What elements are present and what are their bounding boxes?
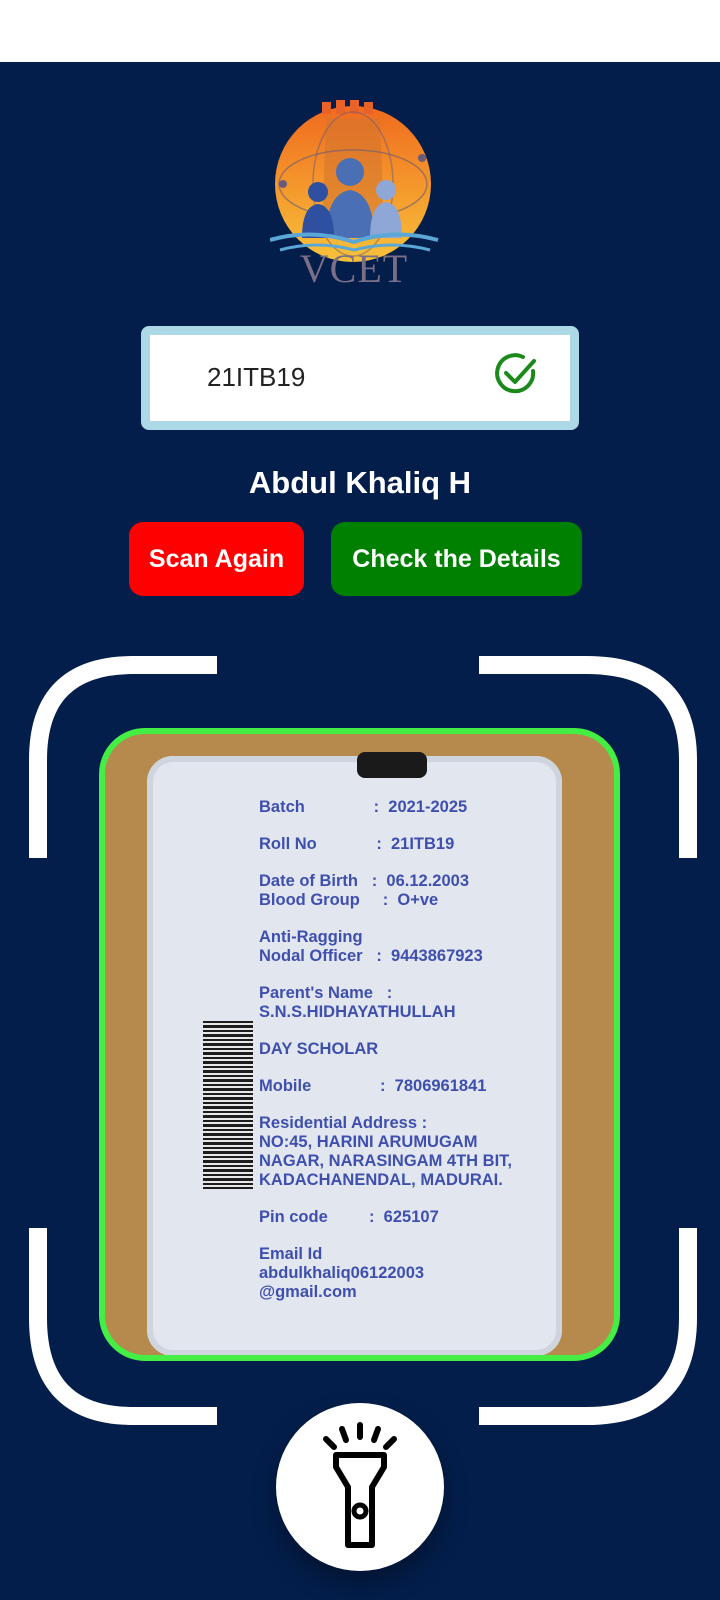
card-line: NAGAR, NARASINGAM 4TH BIT, [259,1152,513,1170]
scan-again-button[interactable]: Scan Again [129,522,304,596]
card-line: Date of Birth : 06.12.2003 [259,872,469,890]
card-line: abdulkhaliq06122003 [259,1264,425,1282]
card-line: Nodal Officer : 9443867923 [259,947,483,965]
card-line: @gmail.com [259,1283,357,1301]
check-details-button[interactable]: Check the Details [331,522,582,596]
card-barcode [203,1021,253,1189]
card-line: DAY SCHOLAR [259,1040,379,1058]
card-line: Email Id [259,1245,323,1263]
id-card-holder: Batch : 2021-2025 Roll No : 21ITB19 Date… [147,752,562,1355]
status-bar [0,0,720,62]
card-line: NO:45, HARINI ARUMUGAM [259,1133,478,1151]
roll-number-field[interactable]: 21ITB19 [141,326,579,430]
student-name: Abdul Khaliq H [248,465,472,500]
roll-number-value: 21ITB19 [207,362,306,392]
card-line: Pin code : 625107 [259,1208,439,1226]
camera-preview: Batch : 2021-2025 Roll No : 21ITB19 Date… [99,728,620,1361]
flashlight-icon [323,1422,397,1548]
card-line: Anti-Ragging [259,928,363,946]
card-line: KADACHANENDAL, MADURAI. [259,1171,503,1189]
card-line: Residential Address : [259,1114,428,1132]
card-line: Mobile : 7806961841 [259,1077,487,1095]
id-card-text: Batch : 2021-2025 Roll No : 21ITB19 Date… [259,798,599,1302]
check-circle-icon [495,353,536,394]
vcet-logo: VCET [270,100,439,288]
card-line: Parent's Name : [259,984,393,1002]
card-clip [357,752,427,778]
logo-text: VCET [300,246,408,288]
card-line: Batch : 2021-2025 [259,798,468,816]
flashlight-button[interactable] [276,1403,444,1571]
card-line: S.N.S.HIDHAYATHULLAH [259,1003,456,1021]
card-line: Blood Group : O+ve [259,891,439,909]
card-line: Roll No : 21ITB19 [259,835,455,853]
